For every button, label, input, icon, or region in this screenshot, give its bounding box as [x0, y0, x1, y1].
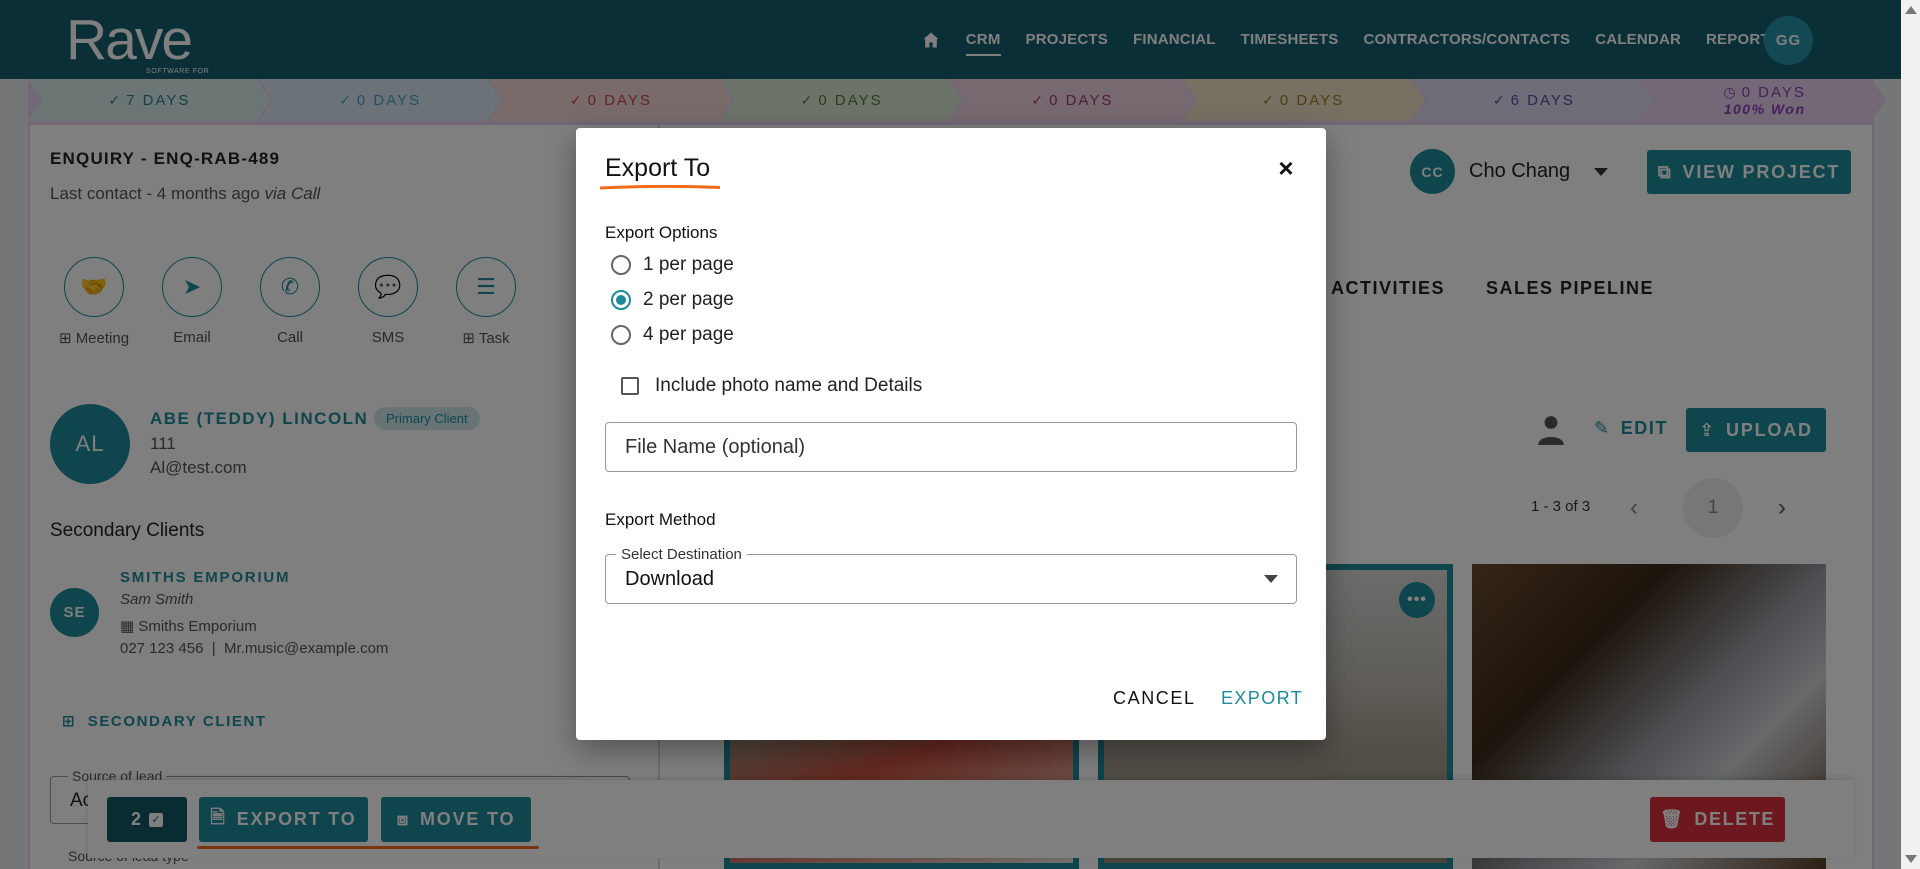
- destination-select-label: Select Destination: [616, 546, 747, 563]
- radio-unchecked[interactable]: [611, 255, 631, 275]
- option-label: 1 per page: [643, 254, 734, 275]
- close-icon[interactable]: ×: [1273, 155, 1299, 181]
- option-2-per-page[interactable]: 2 per page: [611, 289, 734, 311]
- scroll-up-icon[interactable]: [1905, 6, 1917, 14]
- checkbox-unchecked[interactable]: [621, 377, 639, 395]
- title-highlight-underline: [600, 185, 720, 190]
- option-4-per-page[interactable]: 4 per page: [611, 324, 734, 346]
- export-method-heading: Export Method: [605, 510, 716, 529]
- option-label: 2 per page: [643, 289, 734, 310]
- export-options-heading: Export Options: [605, 223, 718, 242]
- destination-select-value: Download: [625, 568, 714, 590]
- radio-checked[interactable]: [611, 290, 631, 310]
- cancel-button[interactable]: CANCEL: [1113, 688, 1196, 709]
- include-details-option[interactable]: Include photo name and Details: [621, 375, 922, 397]
- file-name-input[interactable]: [605, 422, 1297, 472]
- page-scrollbar[interactable]: [1901, 0, 1920, 869]
- export-button[interactable]: EXPORT: [1221, 688, 1303, 709]
- include-details-label: Include photo name and Details: [655, 375, 923, 396]
- export-to-dialog: Export To × Export Options 1 per page 2 …: [576, 128, 1326, 740]
- option-1-per-page[interactable]: 1 per page: [611, 254, 734, 276]
- dialog-title: Export To: [605, 154, 711, 182]
- chevron-down-icon: [1264, 575, 1278, 583]
- scroll-down-icon[interactable]: [1905, 855, 1917, 863]
- option-label: 4 per page: [643, 324, 734, 345]
- radio-unchecked[interactable]: [611, 325, 631, 345]
